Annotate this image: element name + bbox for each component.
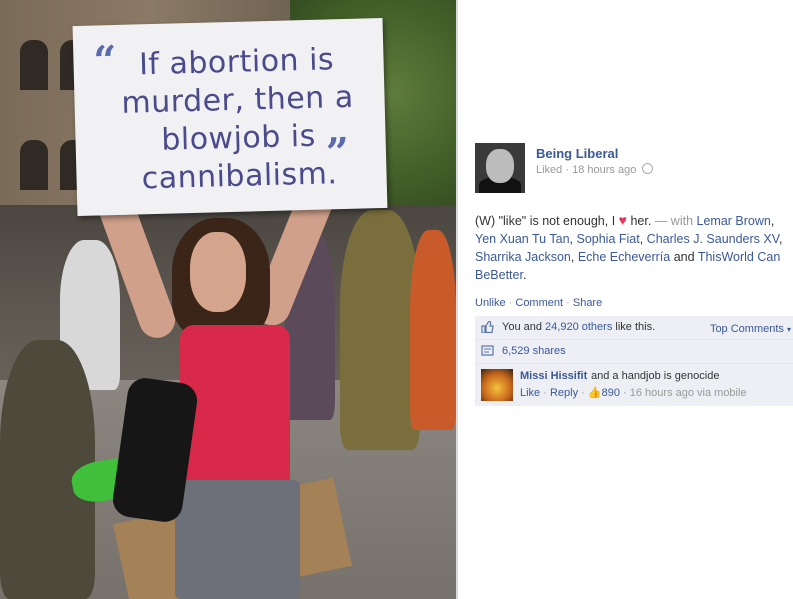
comment-author-link[interactable]: Missi Hissifit <box>520 370 587 382</box>
building-window <box>20 40 48 90</box>
likes-suffix: like this. <box>615 321 656 333</box>
tagged-person-link[interactable]: Lemar Brown <box>697 214 771 228</box>
post-time-link[interactable]: 18 hours ago <box>572 164 636 176</box>
comment-separator: · <box>581 387 585 399</box>
comment-like-count: 890 <box>601 387 620 399</box>
likes-count-link[interactable]: 24,920 others <box>545 321 612 333</box>
post-meta: Liked · 18 hours ago <box>536 163 654 176</box>
heart-icon: ♥ <box>618 212 627 228</box>
tagged-person-link[interactable]: Yen Xuan Tu Tan <box>475 232 570 246</box>
protest-sign: “ If abortion is murder, then a blowjob … <box>72 17 388 217</box>
with-label: — with <box>654 214 694 228</box>
liked-label: Liked <box>536 164 563 176</box>
page-name-link[interactable]: Being Liberal <box>536 146 618 161</box>
post-text: (W) "like" is not enough, I ♥ her. — wit… <box>475 212 783 282</box>
post-photo[interactable]: “ If abortion is murder, then a blowjob … <box>0 0 456 599</box>
tagged-person-link[interactable]: Sharrika Jackson <box>475 250 571 264</box>
comment-reply-link[interactable]: Reply <box>550 387 578 399</box>
tagged-person-link[interactable]: Charles J. Saunders XV <box>647 232 779 246</box>
action-separator: · <box>566 297 570 309</box>
share-icon <box>481 345 494 356</box>
comment-separator: · <box>543 387 547 399</box>
likes-text: You and 24,920 others like this. <box>502 321 655 333</box>
photo-divider <box>456 0 458 599</box>
crowd-person <box>410 230 456 430</box>
avatar-face <box>486 149 514 183</box>
comment-meta: Like · Reply · 👍890 · 16 hours ago via m… <box>520 386 747 399</box>
page-avatar[interactable] <box>475 143 525 193</box>
unlike-link[interactable]: Unlike <box>475 297 506 309</box>
woman-face <box>190 232 246 312</box>
caret-down-icon: ▾ <box>786 325 791 334</box>
commenter-avatar[interactable] <box>481 369 513 401</box>
comment-like-link[interactable]: Like <box>520 387 540 399</box>
and-label: and <box>673 250 695 264</box>
post-text-start: (W) "like" is not enough, I <box>475 214 616 228</box>
jeans <box>175 480 300 599</box>
tagged-person-link[interactable]: Sophia Fiat <box>576 232 639 246</box>
feedback-box: You and 24,920 others like this. Top Com… <box>475 316 793 406</box>
shares-row: 6,529 shares <box>475 340 793 364</box>
crowd-person <box>340 210 420 450</box>
comment-likes[interactable]: 👍890 <box>588 387 620 399</box>
likes-row: You and 24,920 others like this. Top Com… <box>475 316 793 340</box>
post-text-period: . <box>522 268 527 282</box>
tagged-person-link[interactable]: Eche Echeverría <box>578 250 670 264</box>
comment-body: and a handjob is genocide <box>591 370 720 382</box>
meta-separator: · <box>565 164 570 176</box>
comment: Missi Hissifit and a handjob is genocide… <box>475 364 793 406</box>
comment-time[interactable]: 16 hours ago via mobile <box>630 387 747 399</box>
top-comments-label: Top Comments <box>709 323 784 335</box>
post-actions: Unlike · Comment · Share <box>475 297 602 309</box>
top-comments-dropdown[interactable]: Top Comments ▾ <box>710 323 791 335</box>
thumbs-up-icon: 👍 <box>587 387 602 399</box>
share-link[interactable]: Share <box>573 297 602 309</box>
sign-quote-close: ” <box>325 128 350 177</box>
comment-separator: · <box>623 387 627 399</box>
post-text-end: her. <box>630 214 652 228</box>
comment-link[interactable]: Comment <box>515 297 563 309</box>
action-separator: · <box>508 297 513 309</box>
shares-count-link[interactable]: 6,529 shares <box>502 345 566 357</box>
likes-prefix: You and <box>502 321 542 333</box>
thumbs-up-icon <box>481 321 494 333</box>
globe-icon <box>642 163 654 174</box>
building-window <box>20 140 48 190</box>
